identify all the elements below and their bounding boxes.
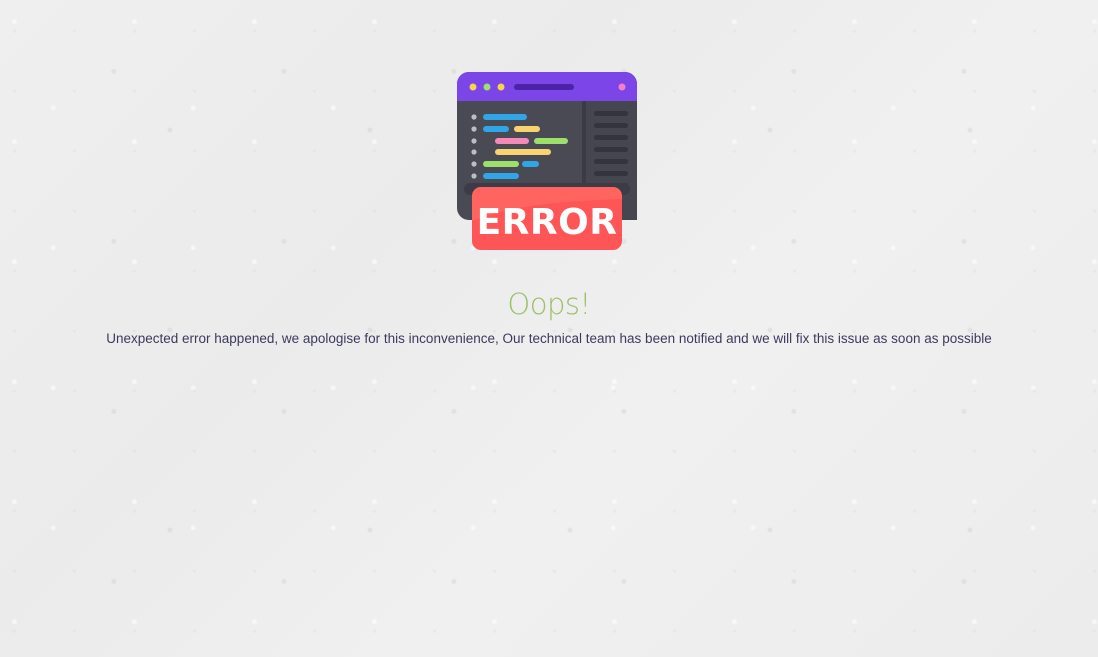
error-badge-text: ERROR [477, 202, 618, 243]
error-illustration: ERROR [456, 71, 638, 251]
page-title: Oops! [507, 287, 591, 321]
error-message: Unexpected error happened, we apologise … [106, 331, 992, 346]
browser-error-icon: ERROR [457, 72, 637, 250]
